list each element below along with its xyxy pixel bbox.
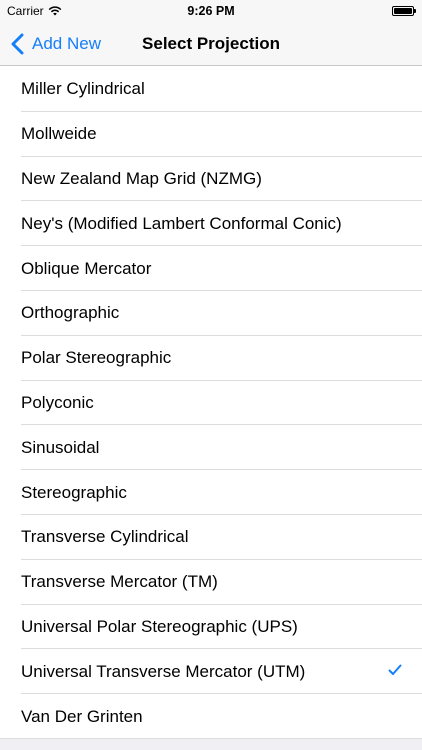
list-item[interactable]: Polar Stereographic [0,335,422,381]
list-item[interactable]: Universal Polar Stereographic (UPS) [0,604,422,650]
projection-list: Miller Cylindrical Mollweide New Zealand… [0,67,422,739]
list-item[interactable]: Ney's (Modified Lambert Conformal Conic) [0,201,422,247]
list-item-label: Sinusoidal [21,437,100,457]
list-item-selected[interactable]: Universal Transverse Mercator (UTM) [0,649,422,695]
list-item[interactable]: Transverse Cylindrical [0,514,422,560]
list-item-label: Van Der Grinten [21,706,143,726]
list-item[interactable]: Sinusoidal [0,425,422,471]
page-title: Select Projection [142,34,280,53]
list-item[interactable]: Miller Cylindrical [0,67,422,112]
list-item-label: Polar Stereographic [21,348,172,368]
list-item-label: Oblique Mercator [21,258,152,278]
list-item-label: Universal Polar Stereographic (UPS) [21,616,298,636]
list-item-label: Stereographic [21,482,127,502]
list-item-label: Universal Transverse Mercator (UTM) [21,661,306,681]
list-item[interactable]: Orthographic [0,290,422,336]
list-item-label: New Zealand Map Grid (NZMG) [21,168,262,188]
list-item[interactable]: Mollweide [0,111,422,157]
list-item[interactable]: Transverse Mercator (TM) [0,559,422,605]
list-item[interactable]: Polyconic [0,380,422,426]
battery-icon [392,6,416,16]
status-bar: Carrier 9:26 PM [0,0,422,22]
list-item-label: Transverse Mercator (TM) [21,572,218,592]
status-time: 9:26 PM [187,4,235,18]
list-item[interactable]: Oblique Mercator [0,246,422,291]
list-item[interactable]: Stereographic [0,470,422,515]
list-item-label: Transverse Cylindrical [21,527,189,547]
list-item-label: Orthographic [21,303,120,323]
table-footer-background [0,739,422,750]
list-item-label: Miller Cylindrical [21,79,145,99]
navigation-bar: Add New Select Projection [0,22,422,66]
list-item-label: Mollweide [21,124,97,144]
list-item-label: Polyconic [21,392,94,412]
list-item-label: Ney's (Modified Lambert Conformal Conic) [21,213,342,233]
list-item[interactable]: Van Der Grinten [0,694,422,739]
list-item[interactable]: New Zealand Map Grid (NZMG) [0,156,422,202]
checkmark-icon [388,664,402,676]
